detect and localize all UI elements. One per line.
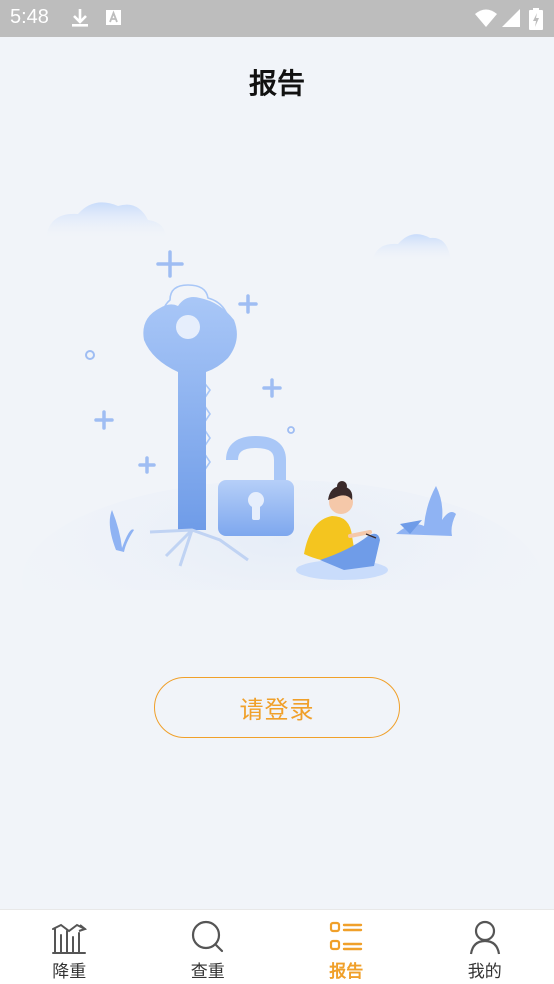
nav-label: 降重: [52, 962, 87, 982]
status-bar: 5:48: [0, 0, 554, 37]
login-button[interactable]: 请登录: [154, 677, 400, 738]
cloud-left-icon: [46, 202, 166, 240]
signal-icon: [502, 9, 520, 27]
list-icon: [330, 921, 363, 951]
nav-label: 查重: [190, 962, 225, 982]
wifi-icon: [475, 9, 497, 27]
chart-trend-icon: [52, 923, 88, 954]
a-badge-icon: [106, 10, 121, 25]
status-time: 5:48: [10, 6, 49, 28]
key-and-lock-illustration: [22, 202, 540, 590]
dot-icon: [287, 426, 295, 434]
nav-label: 报告: [329, 962, 364, 982]
page-title: 报告: [248, 67, 305, 100]
user-icon: [469, 920, 500, 955]
dot-icon: [85, 350, 95, 360]
nav-item-chachong[interactable]: 查重: [139, 910, 278, 984]
nav-label: 我的: [467, 962, 502, 982]
key-hole: [176, 315, 200, 339]
search-icon: [191, 920, 223, 953]
battery-icon: [529, 8, 543, 30]
bottom-nav: 降重 查重 报告 我的: [0, 909, 554, 984]
nav-item-jiangchong[interactable]: 降重: [0, 910, 139, 984]
nav-item-wode[interactable]: 我的: [416, 910, 554, 984]
cloud-right-icon: [372, 234, 452, 262]
download-icon: [72, 9, 88, 27]
nav-item-baogao[interactable]: 报告: [277, 910, 416, 984]
lock-shackle: [226, 435, 286, 482]
